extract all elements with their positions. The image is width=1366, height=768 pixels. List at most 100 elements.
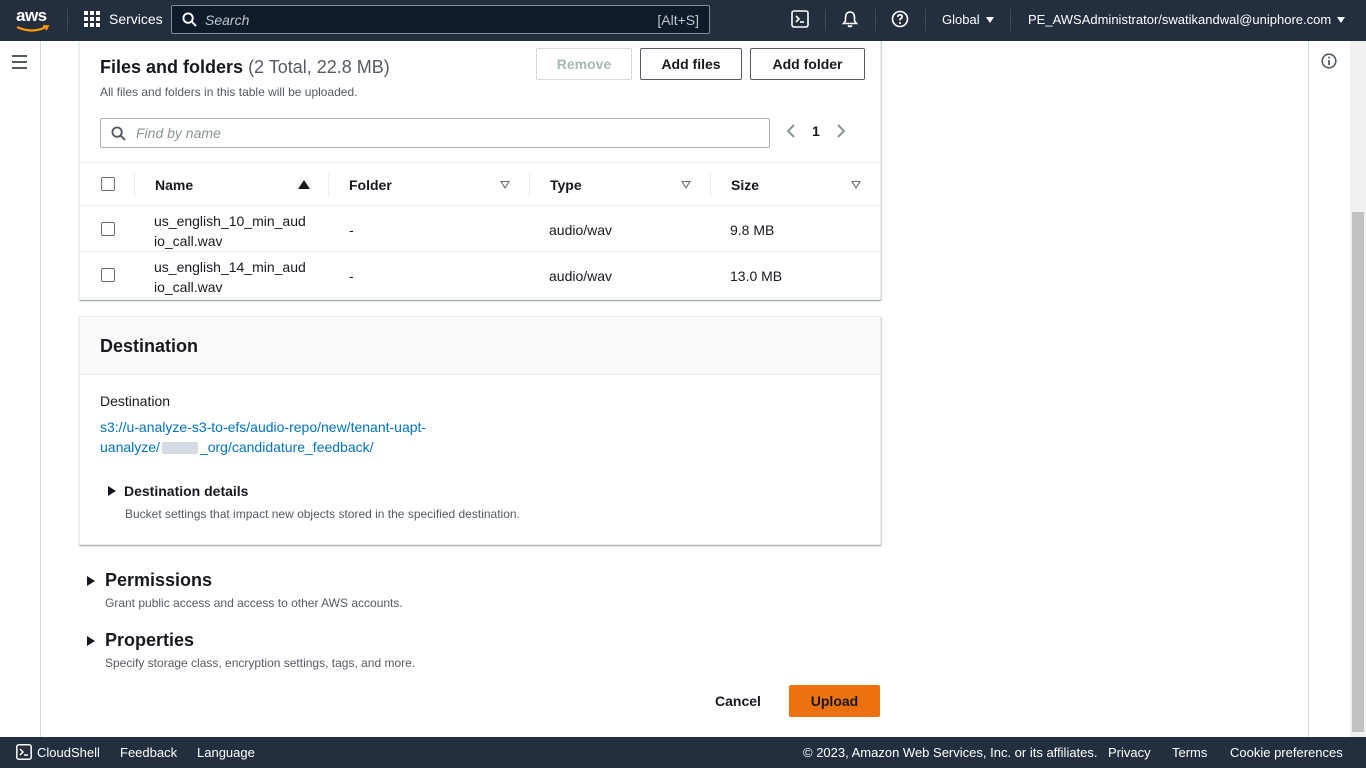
destination-details-description: Bucket settings that impact new objects … xyxy=(125,507,520,521)
files-table: Name Folder Type Size us_english_10_min_… xyxy=(80,162,880,298)
nav-divider xyxy=(875,9,876,31)
destination-details-expander[interactable]: Destination details xyxy=(108,483,248,499)
sort-icon[interactable] xyxy=(851,181,861,189)
chevron-left-icon[interactable] xyxy=(786,123,796,139)
main-content: Files and folders (2 Total, 22.8 MB) All… xyxy=(41,41,1308,737)
menu-icon[interactable] xyxy=(12,55,27,73)
file-name: us_english_14_min_aud io_call.wav xyxy=(154,259,306,295)
notifications-bell-icon[interactable] xyxy=(841,10,859,28)
scrollbar-thumb[interactable] xyxy=(1352,212,1364,732)
table-row: us_english_14_min_aud io_call.wav - audi… xyxy=(80,252,880,298)
properties-label: Properties xyxy=(105,630,195,650)
right-tools-rail xyxy=(1308,41,1350,737)
add-files-button[interactable]: Add files xyxy=(640,48,742,80)
footer: CloudShell Feedback Language © 2023, Ama… xyxy=(0,737,1366,768)
nav-divider xyxy=(825,9,826,31)
files-count: (2 Total, 22.8 MB) xyxy=(248,57,390,77)
file-name: us_english_10_min_aud io_call.wav xyxy=(154,213,306,249)
nav-divider xyxy=(925,9,926,31)
column-header-name[interactable]: Name xyxy=(155,177,193,193)
find-by-name-input[interactable] xyxy=(136,125,736,141)
caret-down-icon xyxy=(1337,16,1346,23)
permissions-label: Permissions xyxy=(105,570,213,590)
info-icon[interactable] xyxy=(1321,53,1337,69)
files-description: All files and folders in this table will… xyxy=(100,85,358,99)
top-navigation: aws Services [Alt+S] Global xyxy=(0,0,1366,41)
chevron-right-icon[interactable] xyxy=(836,123,846,139)
properties-expander[interactable]: Properties xyxy=(87,630,194,651)
footer-cookie-preferences-link[interactable]: Cookie preferences xyxy=(1230,745,1343,760)
caret-right-icon xyxy=(87,575,95,586)
file-folder: - xyxy=(349,222,354,238)
column-divider xyxy=(710,173,711,197)
cloudshell-icon[interactable] xyxy=(791,10,809,28)
sort-ascending-icon[interactable] xyxy=(298,180,310,189)
destination-header xyxy=(80,317,880,375)
sort-icon[interactable] xyxy=(500,181,510,189)
file-type: audio/wav xyxy=(549,222,613,238)
file-size: 9.8 MB xyxy=(730,222,775,238)
properties-description: Specify storage class, encryption settin… xyxy=(105,656,416,670)
files-title-text: Files and folders xyxy=(100,57,244,77)
find-by-name-field[interactable] xyxy=(100,118,770,148)
services-label: Services xyxy=(109,11,163,27)
footer-copyright: © 2023, Amazon Web Services, Inc. or its… xyxy=(803,745,1098,760)
redacted-text xyxy=(161,442,198,455)
search-icon xyxy=(182,12,197,27)
select-all-checkbox[interactable] xyxy=(101,177,115,191)
footer-feedback-link[interactable]: Feedback xyxy=(120,745,177,760)
page-number[interactable]: 1 xyxy=(812,123,820,139)
grid-icon xyxy=(84,11,100,27)
permissions-description: Grant public access and access to other … xyxy=(105,596,403,610)
footer-terms-link[interactable]: Terms xyxy=(1172,745,1207,760)
region-selector[interactable]: Global xyxy=(942,12,994,27)
table-header: Name Folder Type Size xyxy=(80,162,880,206)
services-menu-button[interactable]: Services xyxy=(84,11,163,27)
page-scrollbar[interactable] xyxy=(1350,41,1366,737)
aws-smile-icon xyxy=(16,25,50,32)
column-header-type[interactable]: Type xyxy=(550,177,582,193)
help-icon[interactable] xyxy=(891,10,909,28)
search-shortcut-hint: [Alt+S] xyxy=(657,11,699,28)
region-label: Global xyxy=(942,12,980,27)
destination-panel: Destination Destination s3://u-analyze-s… xyxy=(79,316,881,545)
remove-button[interactable]: Remove xyxy=(536,48,632,80)
sort-icon[interactable] xyxy=(681,181,691,189)
nav-divider xyxy=(67,9,68,31)
destination-details-label: Destination details xyxy=(124,483,249,499)
global-search[interactable]: [Alt+S] xyxy=(171,5,710,34)
cloudshell-icon[interactable] xyxy=(16,744,32,760)
pagination: 1 xyxy=(786,123,846,139)
row-checkbox[interactable] xyxy=(101,268,115,282)
column-header-folder[interactable]: Folder xyxy=(349,177,392,193)
footer-privacy-link[interactable]: Privacy xyxy=(1108,745,1151,760)
destination-path-link[interactable]: s3://u-analyze-s3-to-efs/audio-repo/new/… xyxy=(100,417,480,457)
account-label: PE_AWSAdministrator/swatikandwal@uniphor… xyxy=(1028,12,1332,27)
destination-label: Destination xyxy=(100,393,171,409)
file-size: 13.0 MB xyxy=(730,268,783,284)
column-header-size[interactable]: Size xyxy=(731,177,759,193)
files-panel-title: Files and folders (2 Total, 22.8 MB) xyxy=(100,57,390,78)
cancel-button[interactable]: Cancel xyxy=(715,693,761,709)
caret-right-icon xyxy=(108,486,116,496)
add-folder-button[interactable]: Add folder xyxy=(750,48,865,80)
search-icon xyxy=(111,125,126,141)
permissions-expander[interactable]: Permissions xyxy=(87,570,212,591)
aws-logo[interactable]: aws xyxy=(16,6,52,34)
aws-logo-text: aws xyxy=(16,6,47,25)
footer-cloudshell-link[interactable]: CloudShell xyxy=(37,745,100,760)
caret-right-icon xyxy=(87,635,95,646)
file-type: audio/wav xyxy=(549,268,613,284)
row-checkbox[interactable] xyxy=(101,222,115,236)
footer-language-link[interactable]: Language xyxy=(197,745,255,760)
table-row: us_english_10_min_aud io_call.wav - audi… xyxy=(80,206,880,252)
search-input[interactable] xyxy=(205,11,625,28)
account-menu[interactable]: PE_AWSAdministrator/swatikandwal@uniphor… xyxy=(1028,12,1346,27)
column-divider xyxy=(529,173,530,197)
caret-down-icon xyxy=(985,16,994,23)
upload-button[interactable]: Upload xyxy=(789,685,880,717)
nav-divider xyxy=(1010,9,1011,31)
left-navigation-rail xyxy=(0,41,41,737)
column-divider xyxy=(134,173,135,197)
files-and-folders-panel: Files and folders (2 Total, 22.8 MB) All… xyxy=(79,41,881,300)
